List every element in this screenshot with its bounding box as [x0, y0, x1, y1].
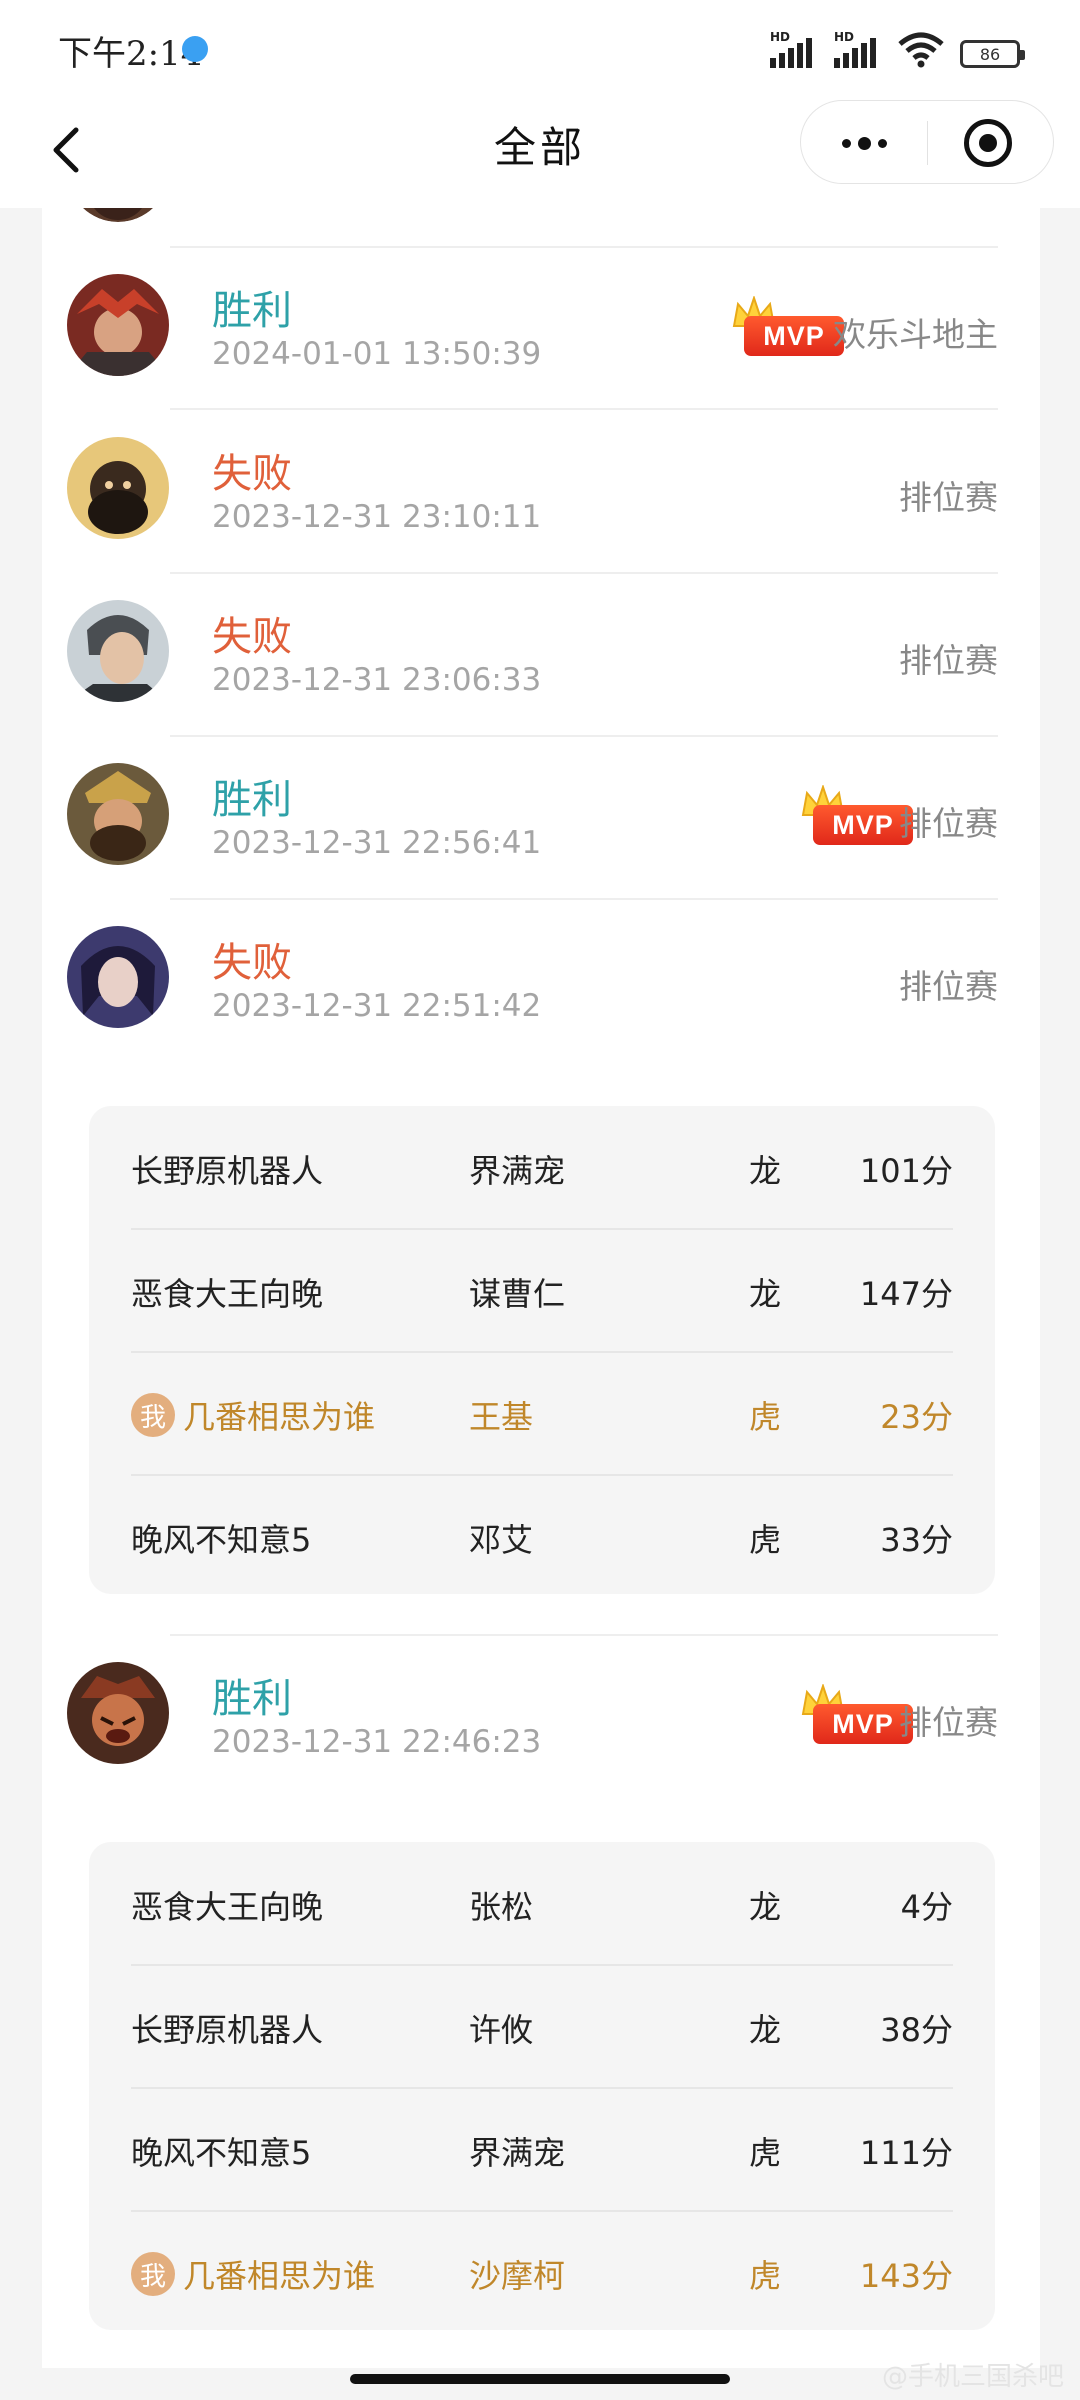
player-row: 长野原机器人 许攸 龙 38分	[89, 1965, 995, 2088]
hero-name: 张松	[469, 1888, 534, 1926]
hero-name: 界满宠	[469, 2134, 566, 2172]
result-label: 失败	[212, 614, 292, 660]
score-value: 111分	[859, 2134, 953, 2172]
avatar	[67, 763, 169, 865]
player-row: 长野原机器人 界满宠 龙 101分	[89, 1106, 995, 1229]
battery-icon: 86	[960, 40, 1025, 68]
player-name: 我 几番相思为谁	[131, 2251, 375, 2297]
player-name: 我 几番相思为谁	[131, 1392, 375, 1438]
avatar	[67, 926, 169, 1028]
score-value: 147分	[859, 1275, 953, 1313]
notification-dot-icon	[182, 36, 208, 62]
hero-name: 许攸	[469, 2011, 534, 2049]
hero-name: 邓艾	[469, 1521, 534, 1559]
home-indicator[interactable]	[350, 2374, 730, 2384]
score-value: 4分	[900, 1888, 953, 1926]
cellular-signal-icon: HD	[770, 30, 818, 68]
result-label: 失败	[212, 940, 292, 986]
record-time: 2023-12-31 22:56:41	[212, 825, 542, 861]
score-value: 23分	[880, 1398, 953, 1436]
game-mode: 排位赛	[899, 1703, 998, 1742]
me-badge: 我	[131, 1393, 175, 1437]
player-row-me: 我 几番相思为谁 王基 虎 23分	[89, 1352, 995, 1475]
avatar	[67, 437, 169, 539]
player-name-text: 几番相思为谁	[183, 1398, 376, 1436]
score-value: 33分	[880, 1521, 953, 1559]
team-label: 龙	[749, 1888, 782, 1926]
record-item[interactable]: 胜利 2024-01-01 13:50:39 MVP 欢乐斗地主	[42, 248, 1040, 408]
player-name: 晚风不知意5	[131, 1521, 312, 1559]
divider	[170, 408, 998, 410]
status-bar: 下午2:14 HD HD 86	[0, 0, 1080, 96]
result-label: 胜利	[212, 777, 292, 823]
team-label: 龙	[749, 1275, 782, 1313]
avatar	[67, 600, 169, 702]
match-detail-card: 恶食大王向晚 张松 龙 4分 长野原机器人 许攸 龙 38分 晚风不知意5 界满…	[89, 1842, 995, 2330]
miniprogram-capsule	[800, 100, 1054, 184]
game-mode: 排位赛	[899, 967, 998, 1006]
player-name-text: 几番相思为谁	[183, 2257, 376, 2295]
record-time: 2023-12-31 22:51:42	[212, 988, 542, 1024]
player-row: 恶食大王向晚 谋曹仁 龙 147分	[89, 1229, 995, 1352]
player-name: 恶食大王向晚	[131, 1275, 324, 1313]
avatar	[67, 208, 169, 222]
capsule-divider	[927, 121, 928, 165]
result-label: 失败	[212, 451, 292, 497]
score-value: 38分	[880, 2011, 953, 2049]
team-label: 虎	[749, 1398, 782, 1436]
cellular-signal-icon-2: HD	[834, 30, 882, 68]
hero-name: 界满宠	[469, 1152, 566, 1190]
hero-name: 王基	[469, 1398, 534, 1436]
status-time: 下午2:14	[58, 34, 203, 74]
more-dots-icon[interactable]	[801, 101, 927, 185]
team-label: 虎	[749, 2257, 782, 2295]
record-item[interactable]: 失败 2023-12-31 23:06:33 排位赛	[42, 574, 1040, 734]
player-row: 晚风不知意5 邓艾 虎 33分	[89, 1475, 995, 1598]
team-label: 虎	[749, 2134, 782, 2172]
player-name: 长野原机器人	[131, 1152, 324, 1190]
score-value: 143分	[859, 2257, 953, 2295]
avatar	[67, 274, 169, 376]
player-name: 恶食大王向晚	[131, 1888, 324, 1926]
avatar	[67, 1662, 169, 1764]
score-value: 101分	[859, 1152, 953, 1190]
mvp-badge: MVP	[732, 296, 844, 356]
record-item[interactable]: 失败 2023-12-31 22:51:42 排位赛	[42, 900, 1040, 1060]
game-mode: 排位赛	[899, 641, 998, 680]
game-mode: 欢乐斗地主	[833, 315, 998, 354]
records-panel: 胜利 2024-01-01 13:50:39 MVP 欢乐斗地主 失败 2023…	[42, 208, 1040, 2368]
record-time: 2023-12-31 23:06:33	[212, 662, 542, 698]
record-item[interactable]: 失败 2023-12-31 23:10:11 排位赛	[42, 411, 1040, 571]
status-icons: HD HD 86	[770, 28, 1025, 68]
team-label: 龙	[749, 2011, 782, 2049]
wifi-icon	[898, 32, 944, 68]
mvp-badge: MVP	[801, 1684, 913, 1744]
player-row: 恶食大王向晚 张松 龙 4分	[89, 1842, 995, 1965]
target-circle-icon[interactable]	[964, 119, 1012, 167]
hero-name: 谋曹仁	[469, 1275, 566, 1313]
player-name: 晚风不知意5	[131, 2134, 312, 2172]
record-time: 2024-01-01 13:50:39	[212, 336, 542, 372]
player-row-me: 我 几番相思为谁 沙摩柯 虎 143分	[89, 2211, 995, 2334]
navigation-bar: 全部	[0, 96, 1080, 208]
watermark: @手机三国杀吧	[881, 2362, 1064, 2392]
mvp-badge: MVP	[801, 785, 913, 845]
team-label: 龙	[749, 1152, 782, 1190]
result-label: 胜利	[212, 1676, 292, 1722]
record-item[interactable]: 胜利 2023-12-31 22:46:23 MVP 排位赛	[42, 1636, 1040, 1796]
player-name: 长野原机器人	[131, 2011, 324, 2049]
record-item[interactable]: 胜利 2023-12-31 22:56:41 MVP 排位赛	[42, 737, 1040, 897]
player-row: 晚风不知意5 界满宠 虎 111分	[89, 2088, 995, 2211]
game-mode: 排位赛	[899, 804, 998, 843]
record-time: 2023-12-31 23:10:11	[212, 499, 542, 535]
result-label: 胜利	[212, 288, 292, 334]
record-time: 2023-12-31 22:46:23	[212, 1724, 542, 1760]
me-badge: 我	[131, 2252, 175, 2296]
team-label: 虎	[749, 1521, 782, 1559]
game-mode: 排位赛	[899, 478, 998, 517]
hero-name: 沙摩柯	[469, 2257, 566, 2295]
match-detail-card: 长野原机器人 界满宠 龙 101分 恶食大王向晚 谋曹仁 龙 147分 我 几番…	[89, 1106, 995, 1594]
